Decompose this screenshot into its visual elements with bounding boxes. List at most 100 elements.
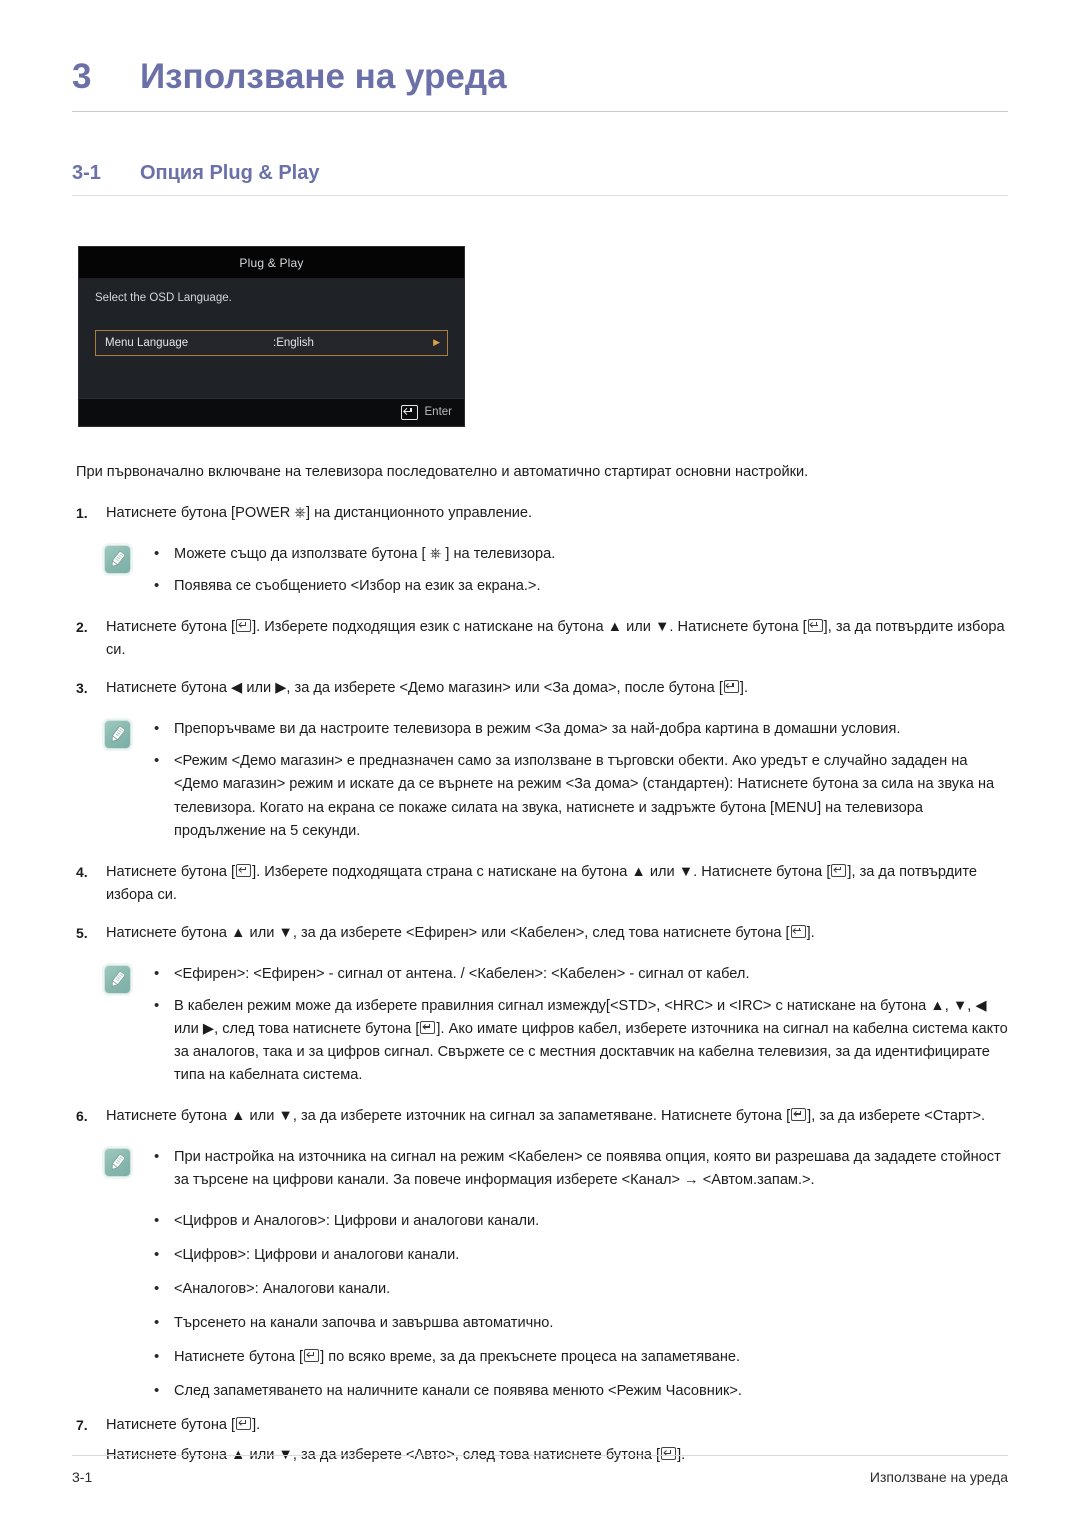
enter-key-icon: [304, 1349, 320, 1363]
pencil-note-icon: [104, 720, 131, 750]
note-icon-wrap: [104, 963, 148, 1087]
pencil-note-icon: [104, 545, 131, 575]
list-item: Търсенето на канали започва и завършва а…: [148, 1311, 1008, 1335]
step-number: 4.: [76, 863, 88, 880]
note-text-part1: Можете също да използвате бутона [: [174, 546, 430, 563]
osd-prompt: Select the OSD Language.: [95, 291, 232, 304]
power-icon: ⎈: [294, 505, 306, 522]
step-1: 1. Натиснете бутона [POWER ⎈] на дистанц…: [76, 502, 1008, 525]
chapter-title: Използване на уреда: [140, 57, 507, 96]
intro-paragraph: При първоначално включване на телевизора…: [76, 463, 809, 480]
step-text-part2: ].: [252, 1417, 261, 1434]
pencil-glyph: [110, 1154, 126, 1171]
body-content: При първоначално включване на телевизора…: [72, 461, 1008, 1468]
enter-key-icon: [420, 1020, 436, 1034]
enter-key-icon: [236, 619, 252, 633]
power-icon: ⎈: [429, 546, 442, 563]
step-number: 5.: [76, 924, 88, 941]
osd-enter-label: Enter: [424, 406, 453, 418]
step-text-before: Натиснете бутона [POWER: [106, 505, 295, 522]
footer-row: 3-1 Използване на уреда: [72, 1469, 1008, 1485]
pencil-glyph: [110, 551, 126, 568]
step-text: Натиснете бутона [ ]. Изберете подходящат…: [106, 861, 1008, 907]
step-text-part1: Натиснете бутона [: [106, 1417, 236, 1434]
step-text-part1: Натиснете бутона ▲ или ▼, за да изберете…: [106, 924, 790, 941]
enter-key-icon: [807, 619, 823, 633]
enter-key-icon: [723, 680, 739, 694]
chapter-divider: [72, 110, 1008, 112]
footer-chapter-label: Използване на уреда: [869, 1469, 1008, 1485]
enter-key-icon: [791, 1108, 807, 1121]
osd-menu-language-row[interactable]: Menu Language :English ▶: [95, 329, 448, 356]
step-number: 2.: [76, 619, 88, 636]
note-block-4: При настройка на източника на сигнал на …: [104, 1145, 1008, 1192]
step-text-part1: Натиснете бутона ◀ или ▶, за да изберете…: [106, 680, 723, 697]
enter-key-icon: [236, 863, 252, 877]
note-icon-wrap: [104, 543, 148, 598]
step-text-part1: Натиснете бутона [: [106, 619, 236, 636]
step-text-part1: Натиснете бутона [: [106, 863, 236, 880]
enter-key-icon: [831, 863, 847, 877]
page-footer: 3-1 Използване на уреда: [72, 1455, 1008, 1485]
list-item: <Цифров>: Цифрови и аналогови канали.: [148, 1243, 1008, 1267]
step-text: Натиснете бутона ▲ или ▼, за да изберете…: [106, 922, 1008, 945]
list-item: След запаметяването на наличните канали …: [148, 1379, 1008, 1403]
osd-title: Plug & Play: [79, 246, 464, 278]
step-text-part2: ].: [806, 924, 815, 941]
note-item: Можете също да използвате бутона [ ⎈ ] н…: [148, 542, 1008, 566]
step-number: 3.: [76, 680, 88, 697]
step-text-part2: ]. Изберете подходящата страна с натиска…: [252, 863, 831, 880]
pencil-glyph: [110, 726, 126, 743]
pencil-note-icon: [104, 1148, 131, 1178]
note-item: <Ефирен>: <Ефирен> - сигнал от антена. /…: [148, 962, 1008, 986]
enter-key-icon: [236, 1417, 252, 1431]
osd-row-value: :English: [273, 336, 314, 349]
list-item: <Цифров и Аналогов>: Цифрови и аналогови…: [148, 1209, 1008, 1233]
step-4: 4. Натиснете бутона [ ]. Изберете подходя…: [76, 861, 1008, 907]
step-text-part2: ].: [739, 680, 748, 697]
step-text: Натиснете бутона [POWER ⎈] на дистанцион…: [106, 502, 1008, 525]
list-item-part1: Натиснете бутона [: [174, 1349, 304, 1366]
note-icon-wrap: [104, 718, 148, 842]
note-list-2: Препоръчваме ви да настроите телевизора …: [148, 717, 1008, 842]
osd-row-label: Menu Language: [105, 336, 189, 349]
osd-footer: Enter: [79, 397, 464, 426]
chevron-right-icon[interactable]: ▶: [433, 337, 440, 348]
note-item: <Режим <Демо магазин> е предназначен сам…: [148, 749, 1008, 842]
section-number: 3-1: [72, 161, 101, 184]
enter-key-icon: [400, 404, 418, 420]
step-2: 2. Натиснете бутона [ ]. Изберете подходя…: [76, 616, 1008, 662]
note-list-3: <Ефирен>: <Ефирен> - сигнал от антена. /…: [148, 962, 1008, 1087]
step-6: 6. Натиснете бутона ▲ или ▼, за да избер…: [76, 1105, 1008, 1128]
list-item-part2: ] по всяко време, за да прекъснете проце…: [320, 1349, 741, 1366]
step-text: Натиснете бутона [ ]. Изберете подходящия…: [106, 616, 1008, 662]
note-item: В кабелен режим може да изберете правилн…: [148, 994, 1008, 1087]
step-text-after: ] на дистанционното управление.: [305, 505, 533, 522]
step-text-line1: Натиснете бутона [].: [106, 1414, 1008, 1437]
chapter-heading: 3 Използване на уреда: [72, 0, 1008, 97]
footer-page-number: 3-1: [72, 1469, 93, 1485]
note-item: Появява се съобщението <Избор на език за…: [148, 574, 1008, 598]
section-title: Опция Plug & Play: [140, 161, 320, 184]
osd-body: Select the OSD Language. Menu Language :…: [79, 277, 464, 398]
sub-bullet-list: <Цифров и Аналогов>: Цифрови и аналогови…: [148, 1209, 1008, 1403]
footer-divider: [72, 1455, 1008, 1456]
section-divider: [72, 194, 1008, 196]
osd-spacer: [95, 356, 448, 382]
step-text: Натиснете бутона ◀ или ▶, за да изберете…: [106, 677, 1008, 700]
note-item: Препоръчваме ви да настроите телевизора …: [148, 717, 1008, 741]
note-icon-wrap: [104, 1146, 148, 1192]
step-text-part2: ]. Изберете подходящия език с натискане …: [252, 619, 807, 636]
note-block-1: Можете също да използвате бутона [ ⎈ ] н…: [104, 542, 1008, 598]
note-list-1: Можете също да използвате бутона [ ⎈ ] н…: [148, 542, 1008, 598]
step-text-part1: Натиснете бутона ▲ или ▼, за да изберете…: [106, 1108, 791, 1124]
note-block-3: <Ефирен>: <Ефирен> - сигнал от антена. /…: [104, 962, 1008, 1087]
note-list-4: При настройка на източника на сигнал на …: [148, 1145, 1008, 1192]
step-number: 1.: [76, 505, 88, 522]
note-text-part2: ] на телевизора.: [441, 546, 556, 563]
step-5: 5. Натиснете бутона ▲ или ▼, за да избер…: [76, 922, 1008, 945]
step-text-part2: ], за да изберете <Старт>.: [807, 1108, 986, 1124]
enter-key-icon: [790, 924, 806, 938]
document-page: 3 Използване на уреда 3-1 Опция Plug & P…: [0, 0, 1080, 1527]
osd-screenshot: Plug & Play Select the OSD Language. Men…: [78, 245, 465, 427]
